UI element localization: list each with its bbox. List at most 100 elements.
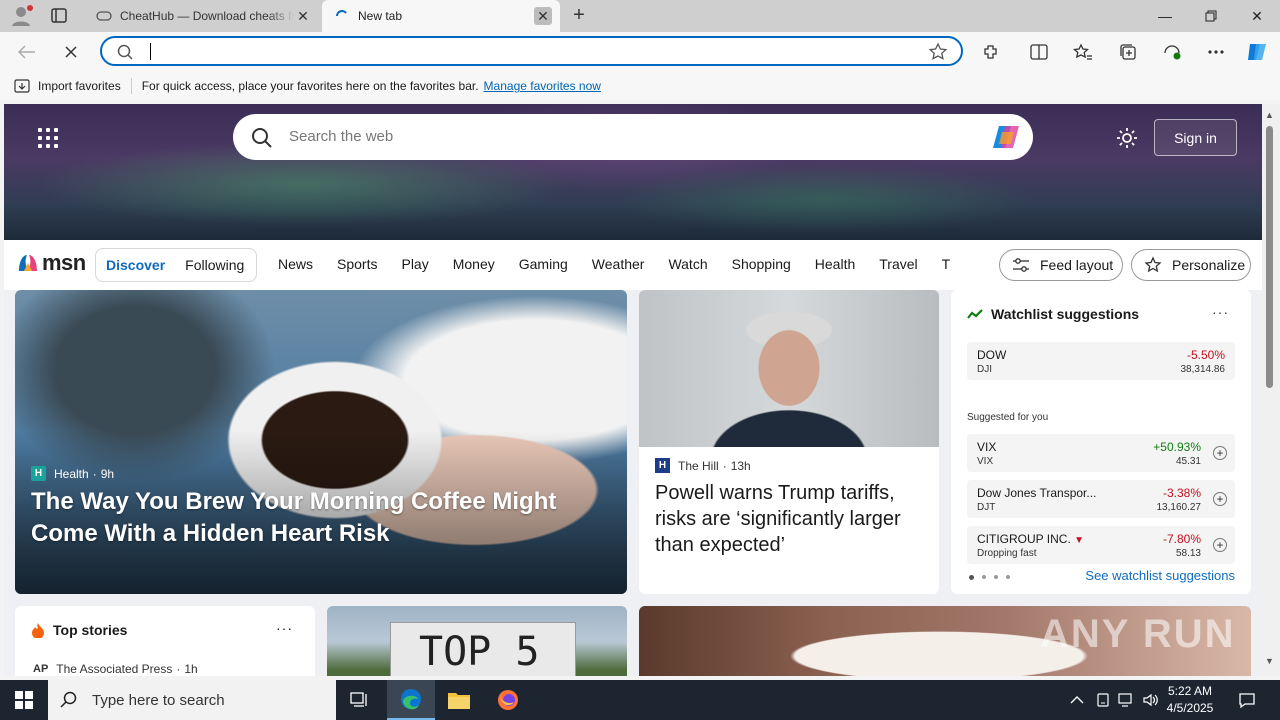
minimize-button[interactable]: — bbox=[1142, 0, 1188, 32]
personalize-label: Personalize bbox=[1172, 257, 1246, 273]
add-to-watchlist-icon[interactable]: + bbox=[1213, 492, 1227, 506]
msn-butterfly-icon bbox=[19, 255, 37, 271]
nav-news[interactable]: News bbox=[278, 256, 313, 272]
featured-article-card[interactable]: H Health · 9h The Way You Brew Your Morn… bbox=[15, 290, 627, 594]
restore-button[interactable] bbox=[1188, 0, 1234, 32]
more-menu-icon[interactable] bbox=[1203, 40, 1229, 64]
volume-icon[interactable] bbox=[1142, 680, 1160, 720]
tab-cheathub[interactable]: CheatHub — Download cheats for games ✕ bbox=[84, 0, 320, 32]
address-input[interactable] bbox=[146, 41, 906, 61]
page-scrollbar[interactable]: ▲ ▼ bbox=[1262, 104, 1280, 676]
more-options-icon[interactable]: ··· bbox=[1212, 304, 1229, 320]
tab-discover[interactable]: Discover bbox=[96, 257, 175, 273]
stock-row-djt[interactable]: Dow Jones Transpor... DJT -3.38% 13,160.… bbox=[967, 480, 1235, 518]
show-hidden-icons[interactable] bbox=[1070, 680, 1084, 720]
import-favorites-button[interactable]: Import favorites bbox=[14, 79, 121, 93]
stock-price: 45.31 bbox=[1175, 456, 1201, 467]
article-headline[interactable]: Powell warns Trump tariffs, risks are ‘s… bbox=[655, 480, 925, 558]
scroll-up-icon[interactable]: ▲ bbox=[1265, 110, 1274, 120]
tab-new-tab[interactable]: New tab ✕ bbox=[322, 0, 560, 32]
nav-weather[interactable]: Weather bbox=[592, 256, 645, 272]
flame-icon bbox=[31, 622, 45, 638]
article-source: H The Hill · 13h bbox=[655, 458, 751, 473]
article-card-powell[interactable]: H The Hill · 13h Powell warns Trump tari… bbox=[639, 290, 939, 594]
windows-taskbar: Type here to search 5:22 AM 4/5/2025 bbox=[0, 680, 1280, 720]
nav-health[interactable]: Health bbox=[815, 256, 855, 272]
stock-change: -5.50% bbox=[1186, 348, 1225, 362]
tab-following[interactable]: Following bbox=[175, 257, 254, 273]
profile-icon[interactable] bbox=[8, 4, 34, 28]
stock-change: -3.38% bbox=[1162, 486, 1201, 500]
settings-gear-icon[interactable] bbox=[1115, 126, 1139, 150]
network-device-icon[interactable] bbox=[1095, 680, 1111, 720]
nav-gaming[interactable]: Gaming bbox=[519, 256, 568, 272]
import-favorites-label: Import favorites bbox=[38, 79, 121, 93]
favorite-star-icon[interactable] bbox=[928, 42, 948, 65]
apps-grid-icon[interactable] bbox=[38, 128, 58, 148]
taskbar-clock[interactable]: 5:22 AM 4/5/2025 bbox=[1160, 683, 1220, 717]
nav-traffic[interactable]: Traffic bbox=[942, 256, 950, 272]
nav-money[interactable]: Money bbox=[453, 256, 495, 272]
see-watchlist-link[interactable]: See watchlist suggestions bbox=[1085, 568, 1235, 583]
search-icon bbox=[116, 43, 134, 64]
favorites-icon[interactable] bbox=[1070, 40, 1096, 64]
gamepad-icon bbox=[96, 8, 112, 24]
stock-row-citigroup[interactable]: CITIGROUP INC. ▼ Dropping fast -7.80% 58… bbox=[967, 526, 1235, 564]
stock-change: +50.93% bbox=[1153, 440, 1201, 454]
scroll-down-icon[interactable]: ▼ bbox=[1265, 656, 1274, 666]
extensions-icon[interactable] bbox=[978, 40, 1004, 64]
nav-travel[interactable]: Travel bbox=[879, 256, 917, 272]
msn-logo[interactable]: msn bbox=[16, 250, 86, 276]
close-tab-icon[interactable]: ✕ bbox=[534, 7, 552, 25]
carousel-dots[interactable] bbox=[969, 575, 1010, 580]
sign-in-button[interactable]: Sign in bbox=[1154, 119, 1237, 156]
search-icon bbox=[60, 691, 78, 709]
stock-trend-icon bbox=[967, 308, 983, 320]
personalize-button[interactable]: Personalize bbox=[1131, 249, 1251, 281]
stock-price: 13,160.27 bbox=[1156, 502, 1202, 513]
stock-row-dow[interactable]: DOW DJI -5.50% 38,314.86 bbox=[967, 342, 1235, 380]
tab-title: CheatHub — Download cheats for games bbox=[120, 9, 294, 23]
notifications-icon[interactable] bbox=[1238, 680, 1256, 720]
stock-name: DOW bbox=[977, 348, 1007, 362]
stock-price: 58.13 bbox=[1175, 548, 1201, 559]
add-to-watchlist-icon[interactable]: + bbox=[1213, 538, 1227, 552]
search-icon bbox=[251, 127, 273, 152]
tab-strip: CheatHub — Download cheats for games ✕ N… bbox=[0, 0, 1280, 32]
nav-sports[interactable]: Sports bbox=[337, 256, 377, 272]
nav-watch[interactable]: Watch bbox=[668, 256, 707, 272]
source-name: The Hill bbox=[678, 458, 719, 473]
more-options-icon[interactable]: ··· bbox=[276, 620, 293, 636]
scroll-thumb[interactable] bbox=[1266, 126, 1273, 388]
stop-loading-icon[interactable] bbox=[58, 40, 84, 64]
close-tab-icon[interactable]: ✕ bbox=[294, 7, 312, 25]
edge-taskbar-icon[interactable] bbox=[387, 680, 435, 720]
nav-shopping[interactable]: Shopping bbox=[732, 256, 791, 272]
new-tab-button[interactable]: + bbox=[568, 5, 590, 26]
taskbar-search[interactable]: Type here to search bbox=[48, 680, 336, 720]
feed-layout-button[interactable]: Feed layout bbox=[999, 249, 1123, 281]
close-window-button[interactable]: ✕ bbox=[1234, 0, 1280, 32]
file-explorer-icon[interactable] bbox=[435, 680, 483, 720]
address-bar[interactable] bbox=[100, 36, 963, 66]
performance-icon[interactable] bbox=[1159, 40, 1185, 64]
back-icon[interactable] bbox=[14, 40, 40, 64]
nav-play[interactable]: Play bbox=[401, 256, 428, 272]
browser-window: CheatHub — Download cheats for games ✕ N… bbox=[0, 0, 1280, 720]
article-card-top5[interactable]: TOP 5 bbox=[327, 606, 627, 676]
firefox-icon[interactable] bbox=[484, 680, 532, 720]
web-search-box[interactable]: Search the web bbox=[233, 114, 1033, 160]
task-view-icon[interactable] bbox=[336, 680, 384, 720]
split-screen-icon[interactable] bbox=[1026, 40, 1052, 64]
manage-favorites-link[interactable]: Manage favorites now bbox=[484, 79, 601, 93]
stock-row-vix[interactable]: VIX VIX +50.93% 45.31 + bbox=[967, 434, 1235, 472]
article-headline[interactable]: The Way You Brew Your Morning Coffee Mig… bbox=[31, 486, 621, 550]
tab-actions-icon[interactable] bbox=[48, 6, 70, 26]
add-to-watchlist-icon[interactable]: + bbox=[1213, 446, 1227, 460]
watchlist-title: Watchlist suggestions bbox=[991, 306, 1140, 322]
collections-icon[interactable] bbox=[1115, 40, 1141, 64]
copilot-icon[interactable] bbox=[991, 122, 1023, 152]
copilot-icon[interactable] bbox=[1244, 40, 1270, 64]
windows-start-icon[interactable] bbox=[0, 680, 48, 720]
network-icon[interactable] bbox=[1118, 680, 1136, 720]
